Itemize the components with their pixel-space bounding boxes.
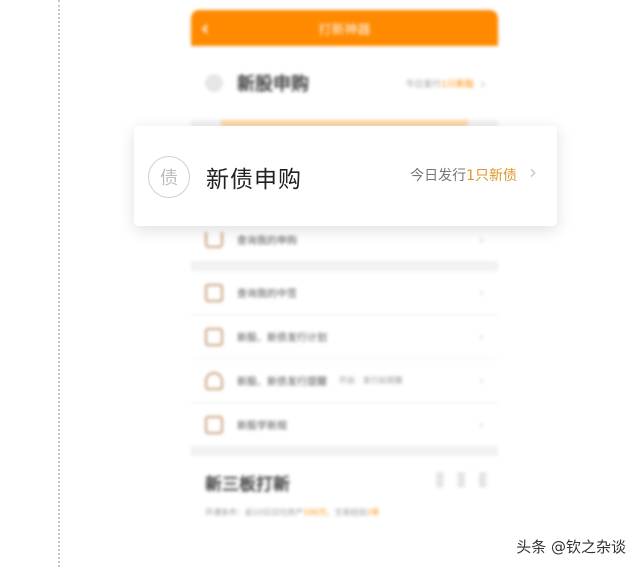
app-header: ‹ 打新神器 (191, 10, 498, 46)
chevron-right-icon: › (479, 329, 484, 344)
menu-item-issue-remind[interactable]: 新股、新债发行提醒 开启 · 发行前提醒 › (191, 359, 498, 403)
menu-item-new-rules[interactable]: 新股学新规 › (191, 403, 498, 447)
chevron-right-icon: › (479, 373, 484, 388)
section-gap (191, 262, 498, 271)
new-third-board-card[interactable]: 新三板打新 开通条件：前10日日均资产100万，交易经验2年 ▮ ▮ ▮ (191, 456, 498, 550)
dotted-divider (58, 0, 60, 567)
info-highlight: 1只新债 (466, 168, 517, 184)
new-stock-row[interactable]: 新股申购 今日发行1只新股 › (191, 46, 498, 120)
chevron-left-icon[interactable]: ‹ (201, 16, 209, 40)
calendar-icon (205, 327, 223, 346)
remind-tag: 开启 · 发行前提醒 (339, 376, 403, 385)
medal-icon (205, 283, 223, 302)
new-bond-title: 新债申购 (206, 167, 302, 193)
phone-screen-background: ‹ 打新神器 新股申购 今日发行1只新股 › 查询我的申购 › 查询我的中签 ›… (191, 10, 498, 550)
menu-label: 查询我的中签 (237, 289, 297, 300)
menu-label: 查询我的申购 (237, 236, 297, 247)
new-bond-card[interactable]: 债 新债申购 今日发行1只新债 › (134, 126, 557, 226)
chevron-right-icon: › (479, 285, 484, 300)
chevron-right-icon: › (529, 160, 537, 184)
page-title: 打新神器 (318, 22, 371, 38)
new-stock-info: 今日发行1只新股 (405, 79, 474, 90)
info-prefix: 今日发行 (410, 168, 467, 184)
chevron-right-icon: › (479, 232, 484, 247)
tools-section: 查询我的中签 › 新股、新债发行计划 › 新股、新债发行提醒 开启 · 发行前提… (191, 271, 498, 447)
decoration-icon: ▮ ▮ ▮ (434, 466, 490, 490)
menu-label: 新股学新规 (237, 421, 287, 432)
menu-item-issue-plan[interactable]: 新股、新债发行计划 › (191, 315, 498, 359)
menu-item-my-winning[interactable]: 查询我的中签 › (191, 271, 498, 315)
menu-label: 新股、新债发行提醒 (237, 377, 327, 388)
chevron-right-icon: › (479, 73, 486, 93)
cart-icon (205, 231, 223, 248)
new-bond-info: 今日发行1只新债 (410, 165, 517, 185)
bond-badge-icon: 债 (148, 156, 190, 198)
bell-icon (205, 371, 223, 390)
board-condition: 开通条件：前10日日均资产100万，交易经验2年 (205, 508, 380, 517)
watermark: 头条 @钦之杂谈 (516, 538, 626, 556)
stock-icon (205, 74, 223, 92)
section-gap (191, 447, 498, 456)
document-icon (205, 415, 223, 434)
chevron-right-icon: › (479, 417, 484, 432)
menu-label: 新股、新债发行计划 (237, 333, 327, 344)
new-stock-title: 新股申购 (237, 74, 309, 95)
